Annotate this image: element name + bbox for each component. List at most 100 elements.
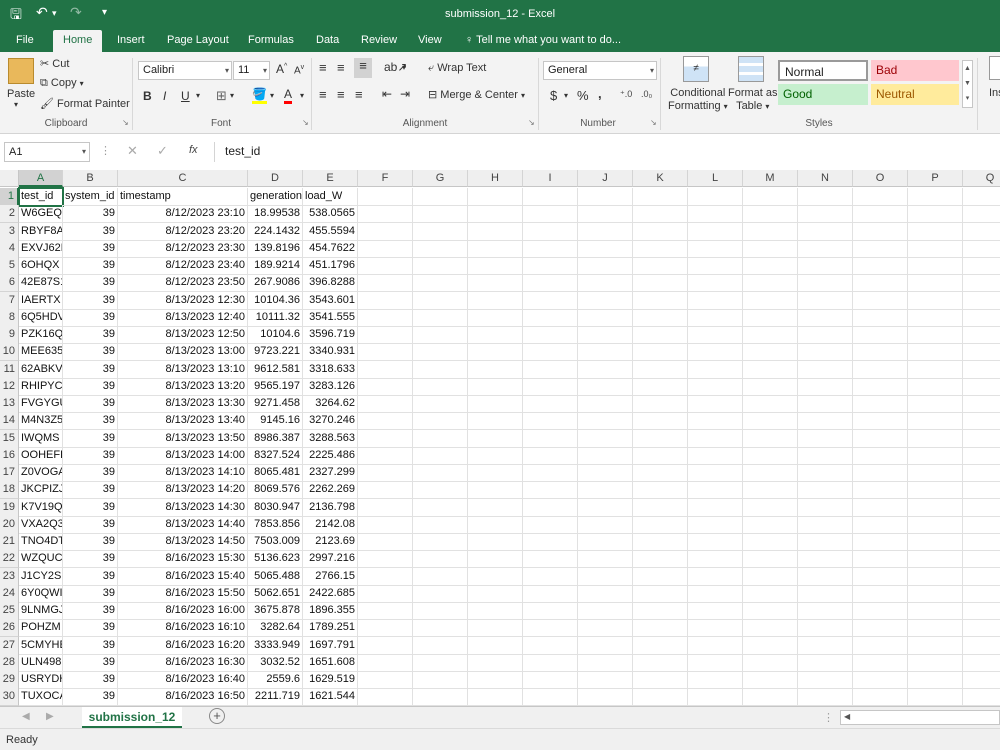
bottom-align-icon[interactable]: ≡ [354,58,372,78]
table-cell[interactable]: 39 [63,274,118,292]
row-header[interactable]: 13 [0,395,19,413]
empty-cell[interactable] [468,688,523,706]
empty-cell[interactable] [358,309,413,327]
table-cell[interactable]: 3264.62 [303,395,358,413]
empty-cell[interactable] [633,516,688,534]
row-header[interactable]: 17 [0,464,19,482]
empty-cell[interactable] [413,309,468,327]
align-left-icon[interactable]: ≡ [319,87,327,102]
table-cell[interactable]: 8/13/2023 14:20 [118,481,248,499]
empty-cell[interactable] [853,378,908,396]
column-header-d[interactable]: D [248,170,303,187]
empty-cell[interactable] [358,654,413,672]
table-cell[interactable]: IWQMS [19,430,63,448]
borders-icon[interactable]: ⊞ [216,88,227,104]
empty-cell[interactable] [743,671,798,689]
row-header[interactable]: 10 [0,343,19,361]
empty-cell[interactable] [688,361,743,379]
empty-cell[interactable] [523,378,578,396]
empty-cell[interactable] [743,326,798,344]
empty-cell[interactable] [358,602,413,620]
empty-cell[interactable] [853,533,908,551]
empty-cell[interactable] [358,550,413,568]
empty-cell[interactable] [358,343,413,361]
table-cell[interactable]: 9723.221 [248,343,303,361]
empty-cell[interactable] [908,240,963,258]
empty-cell[interactable] [798,533,853,551]
column-header-b[interactable]: B [63,170,118,187]
table-cell[interactable]: 8/16/2023 15:30 [118,550,248,568]
empty-cell[interactable] [908,550,963,568]
empty-cell[interactable] [798,568,853,586]
empty-cell[interactable] [688,326,743,344]
empty-cell[interactable] [413,654,468,672]
table-cell[interactable]: 8/13/2023 12:30 [118,292,248,310]
empty-cell[interactable] [413,671,468,689]
table-cell[interactable]: 3032.52 [248,654,303,672]
table-cell[interactable]: WZQUC [19,550,63,568]
empty-cell[interactable] [633,343,688,361]
empty-cell[interactable] [963,292,1000,310]
empty-cell[interactable] [523,619,578,637]
table-cell[interactable]: 9145.16 [248,412,303,430]
empty-cell[interactable] [578,188,633,206]
empty-cell[interactable] [963,361,1000,379]
table-cell[interactable]: 3318.633 [303,361,358,379]
empty-cell[interactable] [908,585,963,603]
column-header-n[interactable]: N [798,170,853,187]
tab-file[interactable]: File [6,30,44,52]
empty-cell[interactable] [963,533,1000,551]
table-cell[interactable]: OOHEFF [19,447,63,465]
empty-cell[interactable] [798,516,853,534]
table-cell[interactable]: 39 [63,688,118,706]
empty-cell[interactable] [743,240,798,258]
empty-cell[interactable] [413,395,468,413]
header-cell[interactable]: system_id [63,188,118,206]
empty-cell[interactable] [798,464,853,482]
table-cell[interactable]: W6GEQ [19,205,63,223]
empty-cell[interactable] [743,205,798,223]
table-cell[interactable]: 224.1432 [248,223,303,241]
empty-cell[interactable] [358,568,413,586]
paste-dropdown-icon[interactable]: ▾ [14,100,18,109]
empty-cell[interactable] [578,602,633,620]
table-cell[interactable]: 7853.856 [248,516,303,534]
empty-cell[interactable] [523,274,578,292]
table-cell[interactable]: 8/13/2023 13:00 [118,343,248,361]
empty-cell[interactable] [963,585,1000,603]
table-cell[interactable]: 6OHQX [19,257,63,275]
empty-cell[interactable] [963,516,1000,534]
empty-cell[interactable] [633,205,688,223]
empty-cell[interactable] [633,550,688,568]
empty-cell[interactable] [798,671,853,689]
empty-cell[interactable] [633,637,688,655]
empty-cell[interactable] [358,671,413,689]
header-cell[interactable]: timestamp [118,188,248,206]
empty-cell[interactable] [578,430,633,448]
style-bad[interactable]: Bad [871,60,959,81]
empty-cell[interactable] [633,619,688,637]
empty-cell[interactable] [468,430,523,448]
empty-cell[interactable] [468,188,523,206]
table-cell[interactable]: 1697.791 [303,637,358,655]
table-cell[interactable]: 8065.481 [248,464,303,482]
table-cell[interactable]: RBYF8A [19,223,63,241]
empty-cell[interactable] [523,568,578,586]
empty-cell[interactable] [963,223,1000,241]
empty-cell[interactable] [908,637,963,655]
new-sheet-icon[interactable]: + [209,708,225,724]
table-cell[interactable]: PZK16Q [19,326,63,344]
empty-cell[interactable] [743,637,798,655]
table-cell[interactable]: 8/16/2023 16:10 [118,619,248,637]
empty-cell[interactable] [743,188,798,206]
empty-cell[interactable] [688,205,743,223]
insert-function-icon[interactable]: fx [189,144,198,156]
empty-cell[interactable] [578,343,633,361]
empty-cell[interactable] [523,240,578,258]
table-cell[interactable]: MEE635 [19,343,63,361]
formula-input[interactable]: test_id [214,142,1000,162]
column-header-j[interactable]: J [578,170,633,187]
empty-cell[interactable] [523,550,578,568]
row-header[interactable]: 21 [0,533,19,551]
table-cell[interactable]: 8986.387 [248,430,303,448]
